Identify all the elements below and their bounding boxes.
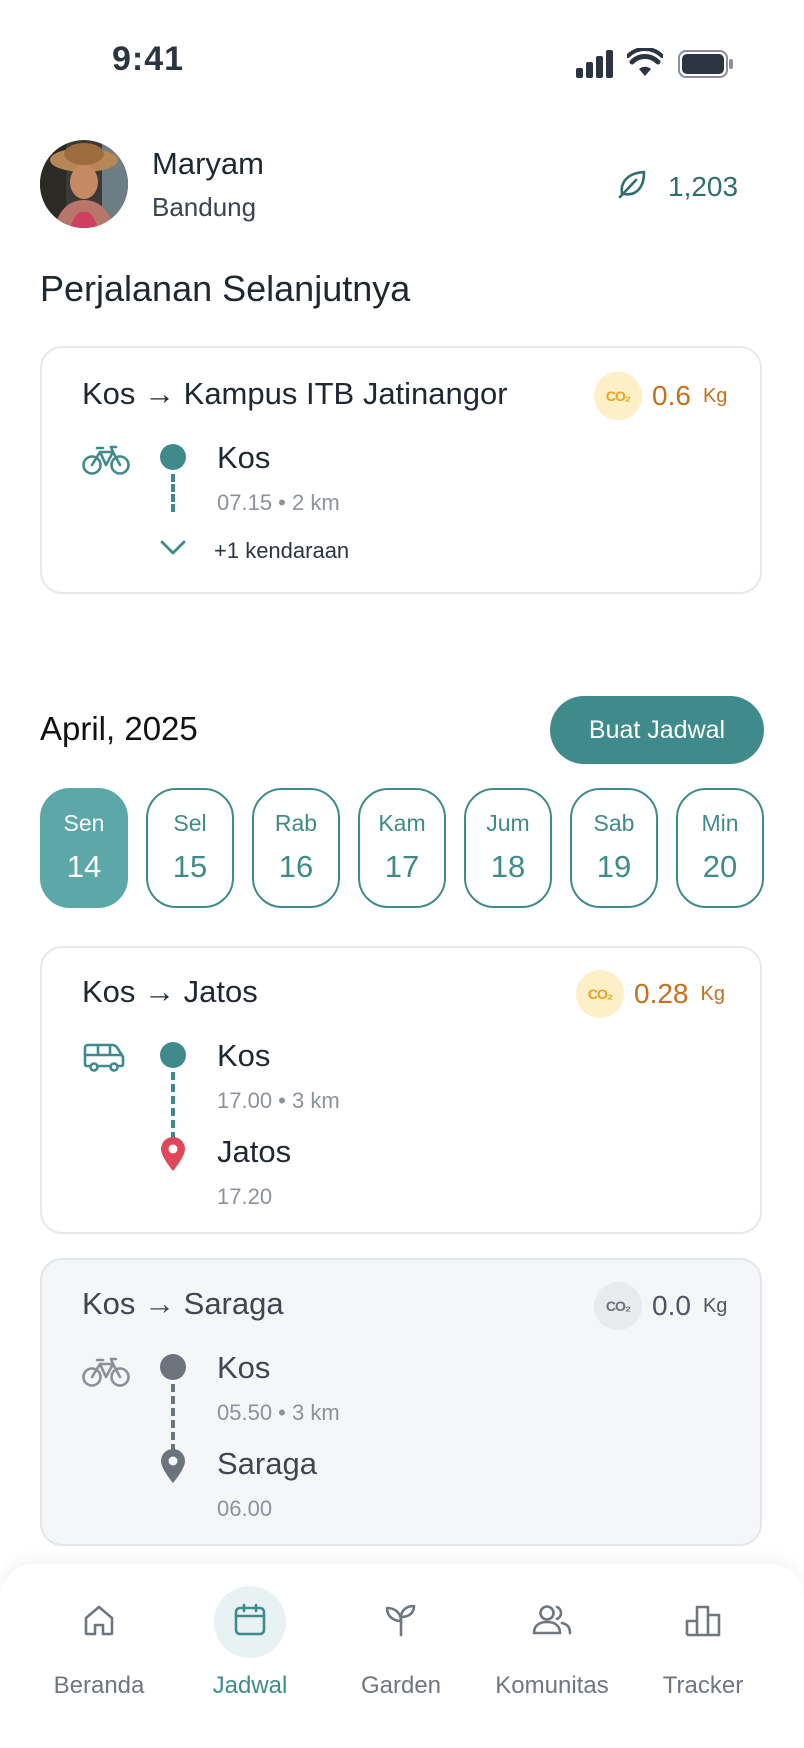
user-city: Bandung [152,192,257,222]
route-line [171,474,175,512]
calendar-icon [232,1602,268,1643]
day-name: Sen [63,810,105,836]
day-kam[interactable]: Kam 17 [358,788,446,908]
co2-indicator: CO₂ 0.28 Kg [576,970,725,1018]
section-title: Perjalanan Selanjutnya [40,268,411,309]
co2-unit: Kg [700,982,725,1005]
trip-title: Kos → Kampus ITB Jatinangor [82,376,508,411]
origin-dot [160,1042,186,1068]
nav-garden[interactable]: Garden [326,1586,476,1700]
day-sab[interactable]: Sab 19 [570,788,658,908]
trip-card[interactable]: Kos → Jatos CO₂ 0.28 Kg Kos 17.00 • 3 km… [40,946,762,1234]
co2-value: 0.0 [652,1290,691,1321]
nav-label: Jadwal [212,1672,288,1699]
next-trip-card[interactable]: Kos → Kampus ITB Jatinangor CO₂ 0.6 Kg K… [40,346,762,594]
day-number: 16 [278,849,314,884]
day-name: Sel [173,810,207,836]
create-schedule-button[interactable]: Buat Jadwal [550,696,764,764]
chevron-down-icon[interactable] [158,538,188,563]
wifi-icon [626,46,664,83]
co2-indicator: CO₂ 0.6 Kg [594,372,727,420]
user-name: Maryam [152,146,264,181]
day-name: Jum [486,810,530,836]
van-icon [82,1042,126,1077]
trip-title: Kos → Jatos [82,974,258,1009]
battery-icon [678,50,734,83]
origin-meta: 17.00 • 3 km [217,1088,340,1113]
day-number: 19 [596,849,632,884]
destination-pin-icon [159,1448,187,1489]
nav-label: Komunitas [495,1672,609,1699]
day-number: 17 [384,849,420,884]
co2-icon: CO₂ [594,1282,642,1330]
sprout-icon [383,1602,419,1643]
bicycle-icon [82,444,130,481]
origin-name: Kos [217,1038,271,1073]
destination-pin-icon [159,1136,187,1177]
co2-unit: Kg [702,1294,728,1317]
users-icon [531,1602,573,1643]
co2-value: 0.28 [634,978,689,1009]
origin-dot [160,1354,186,1380]
bicycle-icon [82,1356,130,1393]
destination-name: Saraga [217,1446,317,1481]
origin-meta: 05.50 • 3 km [217,1400,340,1425]
destination-meta: 06.00 [217,1496,273,1521]
origin-name: Kos [217,440,271,475]
points-display[interactable]: 1,203 [616,168,738,205]
origin-meta: 07.15 • 2 km [217,490,340,515]
nav-label: Garden [360,1672,442,1699]
destination-name: Jatos [217,1134,292,1169]
nav-beranda[interactable]: Beranda [24,1586,174,1700]
more-vehicles-label[interactable]: +1 kendaraan [214,538,349,564]
home-icon [81,1602,117,1643]
nav-label: Beranda [53,1672,145,1699]
nav-tracker[interactable]: Tracker [628,1586,778,1700]
co2-indicator: CO₂ 0.0 Kg [594,1282,727,1330]
day-min[interactable]: Min 20 [676,788,764,908]
bar-chart-icon [684,1602,722,1643]
day-rab[interactable]: Rab 16 [252,788,340,908]
signal-icon [576,50,616,83]
nav-jadwal[interactable]: Jadwal [175,1586,325,1700]
day-number: 20 [702,849,738,884]
co2-icon: CO₂ [594,372,642,420]
bottom-nav: Beranda Jadwal Garden Komunitas Tracker [0,1564,804,1748]
status-time: 9:41 [112,40,185,78]
co2-value: 0.6 [652,380,691,411]
leaf-icon [616,168,648,205]
origin-dot [160,444,186,470]
day-number: 18 [490,849,526,884]
day-number: 14 [66,849,102,884]
month-label: April, 2025 [40,710,198,747]
nav-label: Tracker [662,1672,744,1699]
trip-title: Kos → Saraga [82,1286,284,1321]
day-number: 15 [172,849,208,884]
destination-meta: 17.20 [217,1184,273,1209]
day-sen[interactable]: Sen 14 [40,788,128,908]
day-name: Kam [378,810,426,836]
day-name: Sab [593,810,635,836]
day-name: Min [701,810,739,836]
day-jum[interactable]: Jum 18 [464,788,552,908]
day-sel[interactable]: Sel 15 [146,788,234,908]
co2-unit: Kg [702,384,728,407]
day-name: Rab [274,810,318,836]
points-value: 1,203 [668,170,739,202]
origin-name: Kos [217,1350,271,1385]
trip-card[interactable]: Kos → Saraga CO₂ 0.0 Kg Kos 05.50 • 3 km… [40,1258,762,1546]
nav-komunitas[interactable]: Komunitas [477,1586,627,1700]
co2-icon: CO₂ [576,970,624,1018]
avatar[interactable] [40,140,128,228]
